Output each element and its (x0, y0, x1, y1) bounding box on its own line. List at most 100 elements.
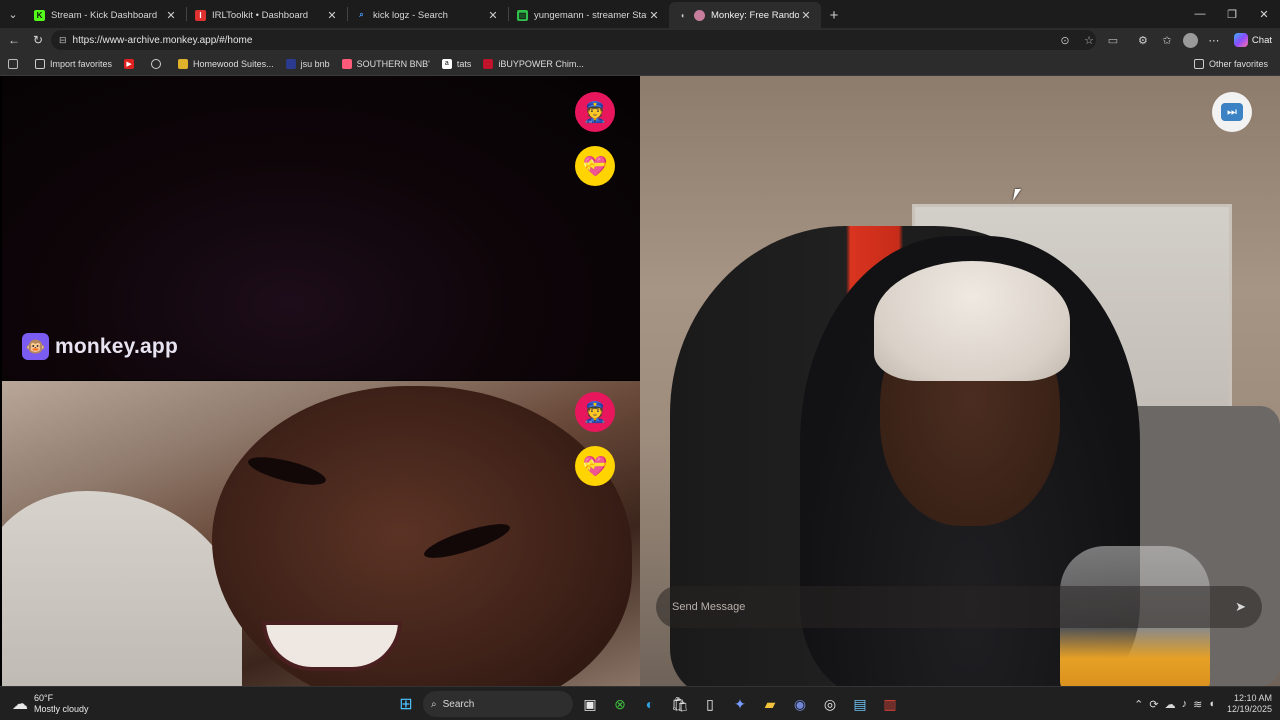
report-button-top[interactable]: 👮 (575, 92, 615, 132)
chat-label: Chat (1251, 34, 1272, 46)
obs-icon[interactable]: ◎ (817, 691, 843, 717)
new-tab-button[interactable]: + (821, 2, 847, 28)
other-favorites[interactable]: Other favorites (1188, 53, 1280, 75)
windows-start-icon[interactable]: ⊞ (393, 691, 419, 717)
amazon-icon: a (441, 58, 452, 69)
send-icon[interactable]: ➤ (1235, 599, 1246, 615)
close-icon[interactable]: ✕ (486, 9, 500, 22)
tab-irltoolkit[interactable]: I IRLToolkit • Dashboard ✕ (187, 2, 347, 28)
reader-mode-icon[interactable]: ⊙ (1056, 34, 1074, 47)
video-shirt (2, 491, 242, 686)
notepad-icon[interactable]: ▤ (847, 691, 873, 717)
favorite-globe[interactable] (145, 53, 172, 75)
weather-text: 60°F Mostly cloudy (34, 693, 89, 715)
taskbar-search[interactable]: ⌕ Search (423, 691, 573, 717)
irltoolkit-icon: I (195, 9, 206, 21)
send-message-input[interactable] (672, 601, 1236, 613)
sync-icon[interactable]: ⟳ (1149, 698, 1158, 711)
skip-next-button[interactable]: ⏭ (1212, 92, 1252, 132)
message-bar: ➤ (656, 586, 1262, 628)
address-bar[interactable]: ⊟ https://www-archive.monkey.app/#/home (51, 30, 1096, 50)
favorite-southern-bnb[interactable]: SOUTHERN BNB' (336, 53, 436, 75)
video-beanie (874, 261, 1070, 381)
clock[interactable]: 12:10 AM 12/19/2025 (1221, 693, 1272, 715)
page-content: 🐵 monkey.app 👮 💝 👮 💝 ⏭ ➤ (0, 76, 1280, 686)
close-window-icon[interactable]: ✕ (1248, 0, 1280, 28)
favorite-label: jsu bnb (300, 58, 330, 69)
discord-icon[interactable]: ◉ (787, 691, 813, 717)
favorite-label: Homewood Suites... (193, 58, 274, 69)
police-icon: 👮 (582, 101, 608, 124)
favorite-import[interactable]: Import favorites (29, 53, 118, 75)
file-explorer-icon[interactable]: ▰ (757, 691, 783, 717)
restore-icon[interactable]: ❐ (1216, 0, 1248, 28)
favorite-homewood[interactable]: Homewood Suites... (172, 53, 280, 75)
police-icon: 👮 (582, 401, 608, 424)
weather-widget[interactable]: ☁ 60°F Mostly cloudy (0, 693, 300, 715)
back-button[interactable]: ← (2, 29, 26, 51)
copilot-chat-button[interactable]: Chat (1226, 33, 1280, 47)
store-icon[interactable]: 🛍 (667, 691, 693, 717)
tab-title: Monkey: Free Random Video (711, 9, 799, 21)
monkey-logo-icon: 🐵 (22, 333, 49, 360)
favorites-bar: Import favorites ▶ Homewood Suites... js… (0, 52, 1280, 76)
refresh-button[interactable]: ↻ (26, 29, 50, 51)
xbox-icon[interactable]: ⊗ (607, 691, 633, 717)
site-info-icon[interactable]: ⊟ (59, 35, 67, 46)
red-app-icon[interactable]: ▥ (877, 691, 903, 717)
cloudy-icon: ☁ (12, 695, 28, 713)
onedrive-icon[interactable]: ☁ (1165, 698, 1176, 711)
tab-strip: ⌄ K Stream - Kick Dashboard ✕ I IRLToolk… (0, 0, 1280, 28)
task-view-icon[interactable]: ▣ (577, 691, 603, 717)
wifi-icon[interactable]: ≋ (1193, 698, 1202, 711)
windows-taskbar: ☁ 60°F Mostly cloudy ⊞ ⌕ Search ▣ ⊗ ◐ 🛍 … (0, 686, 1280, 720)
time: 12:10 AM (1233, 693, 1272, 703)
self-video-feed (2, 381, 640, 686)
microphone-icon[interactable]: ♪ (1182, 698, 1188, 710)
favorites-icon[interactable]: ✩ (1155, 34, 1179, 47)
favorite-star-icon[interactable]: ☆ (1080, 34, 1098, 47)
taskbar-apps: ⊞ ⌕ Search ▣ ⊗ ◐ 🛍 ▯ ✦ ▰ ◉ ◎ ▤ ▥ (393, 689, 903, 719)
profile-avatar[interactable] (1182, 32, 1198, 48)
copilot-icon (1233, 33, 1248, 47)
favorite-ibuypower[interactable]: iBUYPOWER Chim... (477, 53, 590, 75)
other-favorites-label: Other favorites (1208, 58, 1268, 69)
chevron-up-icon[interactable]: ⌃ (1134, 698, 1143, 711)
monkey-brand: 🐵 monkey.app (22, 333, 178, 360)
folder-icon (35, 58, 45, 69)
favorite-jsu-bnb[interactable]: jsu bnb (280, 53, 336, 75)
close-icon[interactable]: ✕ (647, 9, 661, 22)
tab-kick-dashboard[interactable]: K Stream - Kick Dashboard ✕ (26, 2, 186, 28)
copilot-app-icon[interactable]: ✦ (727, 691, 753, 717)
tab-monkey[interactable]: ◖ Monkey: Free Random Video ✕ (669, 2, 821, 28)
folder-icon (1193, 58, 1204, 69)
media-icon[interactable]: ▭ (1104, 34, 1122, 47)
close-icon[interactable]: ✕ (799, 9, 813, 22)
close-icon[interactable]: ✕ (164, 9, 178, 22)
url-text: https://www-archive.monkey.app/#/home (72, 34, 253, 46)
minimize-icon[interactable]: — (1184, 0, 1216, 28)
favorite-label: SOUTHERN BNB' (356, 58, 430, 69)
favorite-tats[interactable]: a tats (436, 53, 478, 75)
speaker-icon[interactable]: ◖ (677, 10, 688, 21)
file-icon[interactable]: ▯ (697, 691, 723, 717)
like-button-top[interactable]: 💝 (575, 146, 615, 186)
extensions-icon[interactable]: ⚙ (1131, 34, 1155, 47)
favorite-youtube[interactable]: ▶ (118, 53, 145, 75)
favorite-label: tats (456, 58, 472, 69)
tab-actions-menu-icon[interactable]: ⌄ (0, 0, 26, 28)
address-bar-actions: ⊙ ☆ ▭ (1056, 30, 1122, 50)
close-icon[interactable]: ✕ (325, 9, 339, 22)
like-button-bottom[interactable]: 💝 (575, 446, 615, 486)
tab-title: IRLToolkit • Dashboard (212, 9, 309, 21)
favorites-toggle[interactable] (0, 53, 29, 75)
sidebar-icon (8, 58, 18, 69)
tab-kick-logz-search[interactable]: ⌕ kick logz - Search ✕ (348, 2, 508, 28)
edge-icon[interactable]: ◐ (637, 691, 663, 717)
kick-icon: K (34, 9, 45, 21)
tab-streamer-statistics[interactable]: ▥ yungemann - streamer Statistics ✕ (509, 2, 669, 28)
volume-icon[interactable]: ◖ (1208, 698, 1215, 710)
more-menu-icon[interactable]: ⋯ (1202, 34, 1226, 47)
weather-condition: Mostly cloudy (34, 703, 89, 714)
report-button-bottom[interactable]: 👮 (575, 392, 615, 432)
